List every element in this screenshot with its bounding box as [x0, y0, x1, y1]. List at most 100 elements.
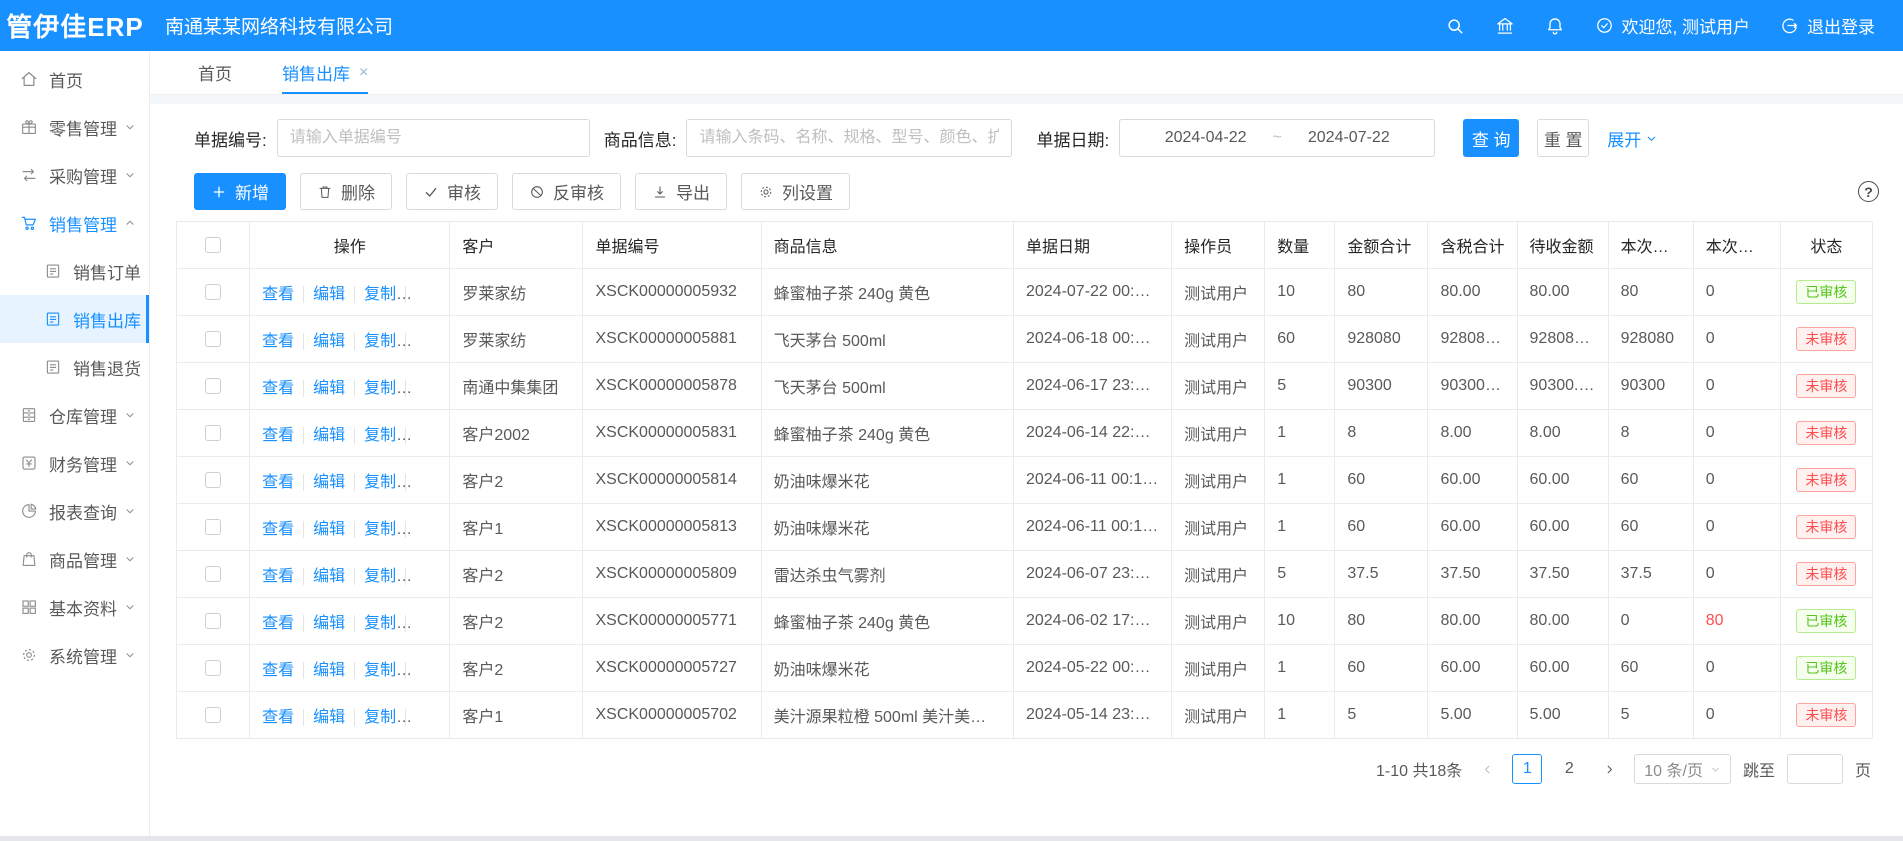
- delete-button[interactable]: 删除: [300, 173, 392, 210]
- qty-cell: 5: [1265, 551, 1335, 598]
- row-actions-cell: 查看编辑复制删除: [250, 316, 450, 363]
- export-button[interactable]: 导出: [635, 173, 727, 210]
- edit-link[interactable]: 编辑: [303, 333, 345, 350]
- customer-cell: 客户2: [450, 457, 583, 504]
- copy-link[interactable]: 复制: [354, 521, 396, 538]
- row-checkbox[interactable]: [205, 519, 221, 535]
- copy-link[interactable]: 复制: [354, 568, 396, 585]
- search-icon[interactable]: [1445, 16, 1465, 36]
- date-range-picker[interactable]: 2024-04-22 ~ 2024-07-22: [1119, 119, 1435, 157]
- copy-link[interactable]: 复制: [354, 380, 396, 397]
- bill-no-cell: XSCK00000005831: [583, 410, 761, 457]
- product-info-input[interactable]: [686, 119, 1012, 157]
- sidebar-item-5[interactable]: 销售出库: [0, 295, 149, 343]
- sidebar-item-2[interactable]: 采购管理: [0, 151, 149, 199]
- copy-link[interactable]: 复制: [354, 709, 396, 726]
- view-link[interactable]: 查看: [262, 615, 294, 632]
- status-cell: 已审核: [1780, 269, 1872, 316]
- tab-home[interactable]: 首页: [198, 51, 232, 94]
- date-cell: 2024-06-07 23:15:13: [1013, 551, 1171, 598]
- select-all-checkbox[interactable]: [205, 237, 221, 253]
- row-checkbox[interactable]: [205, 472, 221, 488]
- bill-no-input[interactable]: [277, 119, 590, 157]
- edit-link[interactable]: 编辑: [303, 521, 345, 538]
- sidebar-item-label: 基本资料: [49, 595, 117, 620]
- sidebar-item-3[interactable]: 销售管理: [0, 199, 149, 247]
- edit-link[interactable]: 编辑: [303, 286, 345, 303]
- row-checkbox[interactable]: [205, 331, 221, 347]
- add-button[interactable]: 新增: [194, 173, 286, 210]
- sidebar-item-1[interactable]: 零售管理: [0, 103, 149, 151]
- sidebar-item-0[interactable]: 首页: [0, 55, 149, 103]
- date-from-value[interactable]: 2024-04-22: [1165, 129, 1247, 147]
- horizontal-scrollbar-track[interactable]: [0, 836, 1903, 841]
- column-settings-button[interactable]: 列设置: [741, 173, 850, 210]
- sidebar-item-11[interactable]: 基本资料: [0, 583, 149, 631]
- edit-link[interactable]: 编辑: [303, 380, 345, 397]
- row-checkbox[interactable]: [205, 660, 221, 676]
- app-logo[interactable]: 管伊佳ERP: [0, 7, 150, 44]
- close-icon[interactable]: ×: [359, 64, 368, 82]
- logout-button[interactable]: 退出登录: [1780, 13, 1875, 38]
- welcome-user[interactable]: 欢迎您, 测试用户: [1595, 13, 1750, 38]
- chevron-right-icon: [1603, 763, 1616, 776]
- copy-link[interactable]: 复制: [354, 333, 396, 350]
- sidebar-item-icon: [44, 310, 62, 328]
- audit-button[interactable]: 审核: [406, 173, 498, 210]
- edit-link[interactable]: 编辑: [303, 709, 345, 726]
- row-checkbox[interactable]: [205, 378, 221, 394]
- pagination: 1-10 共18条 1 2 10 条/页 跳至 页: [150, 739, 1903, 784]
- reset-button[interactable]: 重 置: [1537, 119, 1589, 157]
- view-link[interactable]: 查看: [262, 568, 294, 585]
- tab-sales-outbound[interactable]: 销售出库 ×: [282, 51, 368, 94]
- date-to-value[interactable]: 2024-07-22: [1308, 129, 1390, 147]
- row-checkbox[interactable]: [205, 284, 221, 300]
- sidebar-item-10[interactable]: 商品管理: [0, 535, 149, 583]
- operator-cell: 测试用户: [1172, 316, 1265, 363]
- copy-link[interactable]: 复制: [354, 286, 396, 303]
- copy-link[interactable]: 复制: [354, 662, 396, 679]
- view-link[interactable]: 查看: [262, 709, 294, 726]
- sidebar-item-7[interactable]: 仓库管理: [0, 391, 149, 439]
- search-button[interactable]: 查 询: [1463, 119, 1519, 157]
- sidebar-item-9[interactable]: 报表查询: [0, 487, 149, 535]
- view-link[interactable]: 查看: [262, 474, 294, 491]
- prev-page-button[interactable]: [1474, 756, 1500, 782]
- copy-link[interactable]: 复制: [354, 615, 396, 632]
- expand-filters-link[interactable]: 展开: [1607, 126, 1658, 151]
- edit-link[interactable]: 编辑: [303, 474, 345, 491]
- edit-link[interactable]: 编辑: [303, 662, 345, 679]
- edit-link[interactable]: 编辑: [303, 568, 345, 585]
- jump-page-input[interactable]: [1787, 754, 1843, 784]
- sidebar-item-6[interactable]: 销售退货: [0, 343, 149, 391]
- copy-link[interactable]: 复制: [354, 427, 396, 444]
- view-link[interactable]: 查看: [262, 427, 294, 444]
- home-building-icon[interactable]: [1495, 16, 1515, 36]
- row-checkbox[interactable]: [205, 707, 221, 723]
- view-link[interactable]: 查看: [262, 380, 294, 397]
- view-link[interactable]: 查看: [262, 333, 294, 350]
- page-1-button[interactable]: 1: [1512, 754, 1542, 784]
- qty-cell: 1: [1265, 410, 1335, 457]
- help-icon[interactable]: ?: [1858, 181, 1879, 202]
- row-checkbox[interactable]: [205, 566, 221, 582]
- sidebar-item-12[interactable]: 系统管理: [0, 631, 149, 679]
- receivable-cell: 60.00: [1517, 645, 1608, 692]
- view-link[interactable]: 查看: [262, 521, 294, 538]
- page-size-select[interactable]: 10 条/页: [1634, 754, 1731, 784]
- customer-cell: 罗莱家纺: [450, 316, 583, 363]
- next-page-button[interactable]: [1596, 756, 1622, 782]
- unaudit-button[interactable]: 反审核: [512, 173, 621, 210]
- row-checkbox[interactable]: [205, 613, 221, 629]
- view-link[interactable]: 查看: [262, 286, 294, 303]
- notification-bell-icon[interactable]: [1545, 16, 1565, 36]
- sidebar-item-4[interactable]: 销售订单: [0, 247, 149, 295]
- page-2-button[interactable]: 2: [1554, 754, 1584, 784]
- row-checkbox[interactable]: [205, 425, 221, 441]
- edit-link[interactable]: 编辑: [303, 615, 345, 632]
- sidebar-item-8[interactable]: 财务管理: [0, 439, 149, 487]
- copy-link[interactable]: 复制: [354, 474, 396, 491]
- customer-cell: 客户2002: [450, 410, 583, 457]
- edit-link[interactable]: 编辑: [303, 427, 345, 444]
- view-link[interactable]: 查看: [262, 662, 294, 679]
